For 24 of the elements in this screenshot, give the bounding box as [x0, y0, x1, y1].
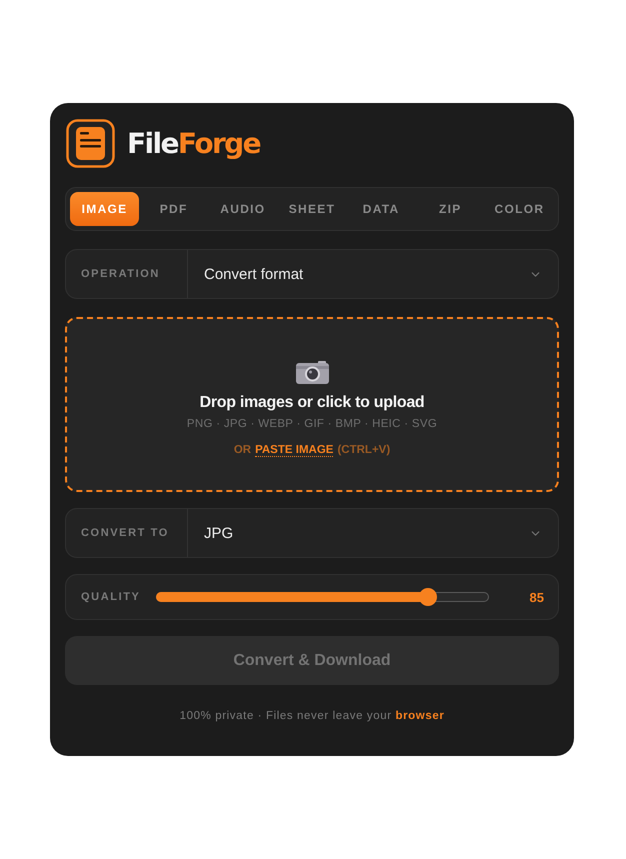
tab[interactable]: DATA [346, 192, 416, 226]
dropzone-title: Drop images or click to upload [200, 394, 424, 412]
quality-label: QUALITY [80, 591, 142, 603]
upload-dropzone[interactable]: Drop images or click to upload PNG · JPG · WEBP · GIF · BMP · HEIC · SVG OR PASTE IMAGE (CTRL+V) [65, 317, 559, 492]
privacy-note: 100% private · Files never leave your browser [180, 710, 444, 722]
or-text: OR [234, 444, 252, 457]
tab[interactable]: SHEET [277, 192, 347, 226]
slider-thumb[interactable] [419, 588, 438, 606]
tab[interactable]: IMAGE [70, 192, 140, 226]
tab[interactable]: ZIP [416, 192, 485, 226]
camera-icon [296, 361, 328, 384]
quality-value: 85 [530, 590, 544, 604]
convert-to-select[interactable]: JPG [187, 509, 558, 557]
tab[interactable]: AUDIO [208, 192, 278, 226]
tab[interactable]: COLOR [484, 192, 554, 226]
shortcut-hint: (CTRL+V) [337, 444, 390, 457]
app-name: FileForge [127, 130, 260, 158]
document-logo-icon [66, 119, 115, 168]
paste-image-link[interactable]: PASTE IMAGE [255, 444, 334, 457]
operation-select[interactable]: Convert format [187, 250, 558, 298]
operation-label: OPERATION [80, 268, 161, 280]
supported-formats: PNG · JPG · WEBP · GIF · BMP · HEIC · SVG [186, 418, 438, 430]
convert-to-label: CONVERT TO [80, 527, 170, 539]
tab[interactable]: PDF [139, 192, 208, 226]
